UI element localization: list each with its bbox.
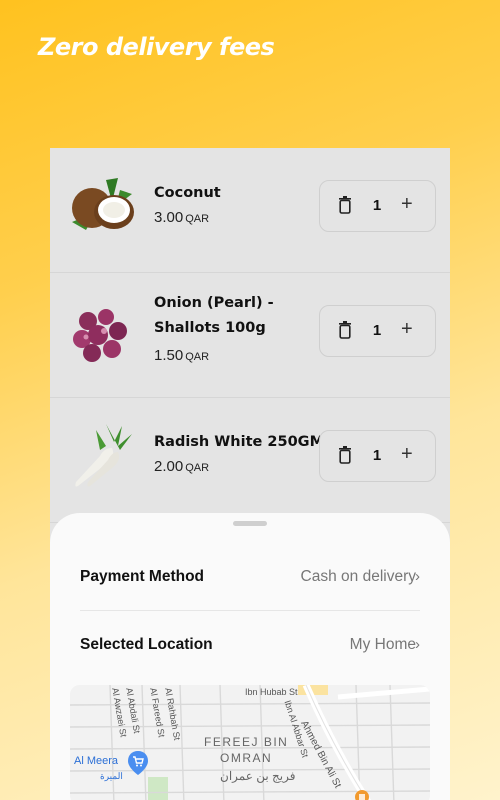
product-name: Radish White 250GM (154, 434, 324, 450)
trash-icon[interactable] (338, 446, 352, 464)
promo-title: Zero delivery fees (38, 33, 275, 61)
plus-icon[interactable]: + (401, 318, 413, 341)
cart-item: Coconut 3.00 QAR 1 + (50, 148, 450, 273)
payment-method-value: Cash on delivery (300, 568, 416, 585)
street-label: Ibn Hubab St (245, 687, 298, 697)
cart-item: Onion (Pearl) - Shallots 100g 1.50 QAR 1 … (50, 273, 450, 398)
poi-label: Al Meera (74, 755, 119, 767)
plus-icon[interactable]: + (401, 443, 413, 466)
divider (80, 610, 420, 611)
selected-location-label: Selected Location (80, 636, 213, 653)
payment-method-label: Payment Method (80, 568, 205, 585)
chevron-right-icon: › (415, 636, 420, 653)
chevron-right-icon: › (415, 568, 420, 585)
poi-label-arabic: الميرة (100, 771, 123, 781)
onion-image (73, 309, 127, 362)
district-label: OMRAN (220, 751, 273, 765)
quantity-value: 1 (372, 447, 382, 464)
quantity-stepper: 1 + (319, 430, 436, 482)
plus-icon[interactable]: + (401, 193, 413, 216)
district-label: FEREEJ BIN (204, 735, 289, 749)
product-name: Coconut (154, 185, 221, 201)
location-map[interactable]: Ibn Hubab St Ahmed Bin Ali St Ibn Al Abb… (70, 685, 430, 800)
place-pin-icon[interactable] (354, 789, 370, 800)
selected-location-value: My Home (349, 636, 416, 653)
product-price: 3.00 QAR (154, 209, 210, 226)
product-price: 1.50 QAR (154, 347, 210, 364)
sheet-drag-handle[interactable] (233, 521, 267, 526)
radish-image (75, 424, 132, 487)
trash-icon[interactable] (338, 196, 352, 214)
phone-screen: Coconut 3.00 QAR 1 + Onion (Pearl) - Sha… (50, 148, 450, 800)
quantity-value: 1 (372, 322, 382, 339)
quantity-stepper: 1 + (319, 305, 436, 357)
district-label-arabic: فريج بن عمران (220, 769, 296, 783)
checkout-sheet: Payment Method Cash on delivery › Select… (50, 513, 450, 800)
trash-icon[interactable] (338, 321, 352, 339)
shopping-cart-pin-icon[interactable] (128, 751, 148, 775)
coconut-image (72, 178, 134, 230)
product-price: 2.00 QAR (154, 458, 210, 475)
quantity-stepper: 1 + (319, 180, 436, 232)
quantity-value: 1 (372, 197, 382, 214)
product-name: Onion (Pearl) - Shallots 100g (154, 295, 274, 336)
cart-item: Radish White 250GM 2.00 QAR 1 + (50, 398, 450, 523)
